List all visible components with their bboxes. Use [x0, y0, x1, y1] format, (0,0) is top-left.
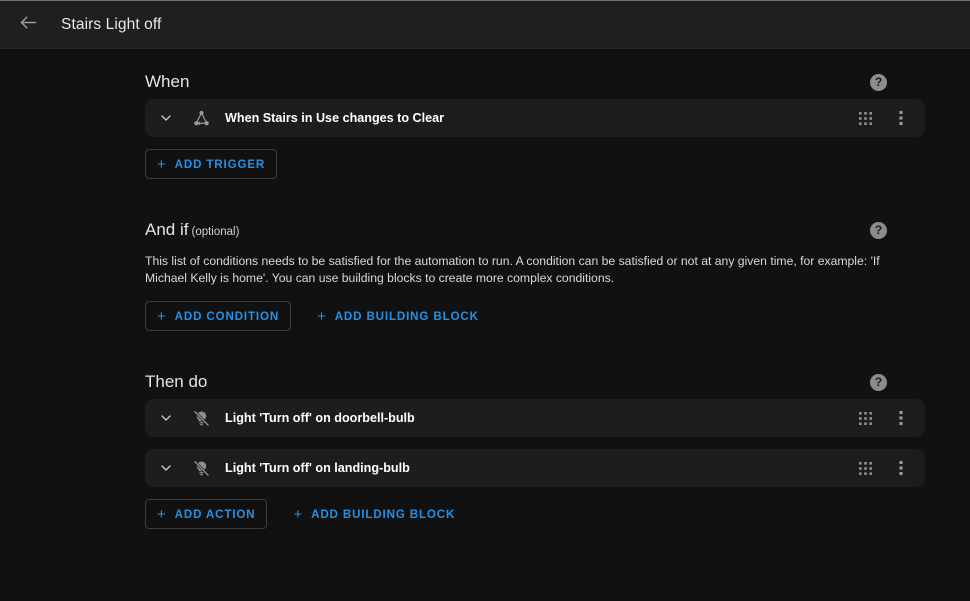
plus-icon: + — [157, 155, 167, 173]
and-if-buttons: + ADD CONDITION + ADD BUILDING BLOCK — [145, 301, 925, 331]
help-icon[interactable]: ? — [870, 73, 887, 91]
add-building-block-button[interactable]: + ADD BUILDING BLOCK — [305, 301, 491, 331]
overflow-menu-icon[interactable] — [889, 456, 913, 480]
help-icon[interactable]: ? — [870, 373, 887, 391]
chevron-down-icon[interactable] — [155, 457, 177, 479]
page-title: Stairs Light off — [61, 15, 162, 33]
section-then-do-title: Then do — [145, 372, 208, 391]
add-condition-label: ADD CONDITION — [174, 309, 280, 323]
and-if-description: This list of conditions needs to be sati… — [145, 254, 880, 285]
trigger-title: When Stairs in Use changes to Clear — [225, 111, 445, 125]
and-if-label: And if — [145, 220, 189, 239]
plus-icon: + — [157, 307, 167, 325]
section-when-header: When ? — [145, 65, 925, 99]
chevron-down-icon[interactable] — [155, 407, 177, 429]
top-toolbar: Stairs Light off — [0, 1, 970, 49]
action-title: Light 'Turn off' on doorbell-bulb — [225, 411, 415, 425]
editor-content: When ? When Stairs in Use changes to Cle… — [0, 49, 970, 529]
trigger-row[interactable]: When Stairs in Use changes to Clear — [145, 99, 925, 137]
section-and-if-header: And if (optional) ? — [145, 213, 925, 247]
help-icon[interactable]: ? — [870, 221, 887, 239]
add-building-block-label: ADD BUILDING BLOCK — [334, 309, 479, 323]
drag-grid-icon[interactable] — [853, 406, 877, 430]
add-action-label: ADD ACTION — [174, 507, 256, 521]
lightbulb-off-icon — [190, 407, 212, 429]
chevron-down-icon[interactable] — [155, 107, 177, 129]
plus-icon: + — [157, 505, 167, 523]
when-buttons: + ADD TRIGGER — [145, 149, 925, 179]
section-and-if-title: And if (optional) — [145, 220, 239, 240]
lightbulb-off-icon — [190, 457, 212, 479]
plus-icon: + — [293, 505, 304, 523]
action-row[interactable]: Light 'Turn off' on doorbell-bulb — [145, 399, 925, 437]
automation-editor-page: Stairs Light off When ? When Stairs in U… — [0, 0, 970, 601]
overflow-menu-icon[interactable] — [889, 406, 913, 430]
overflow-menu-icon[interactable] — [889, 106, 913, 130]
add-building-block-label: ADD BUILDING BLOCK — [311, 507, 456, 521]
add-building-block-button[interactable]: + ADD BUILDING BLOCK — [281, 499, 467, 529]
plus-icon: + — [317, 307, 327, 325]
back-button[interactable] — [10, 7, 46, 43]
add-trigger-button[interactable]: + ADD TRIGGER — [145, 149, 278, 179]
add-trigger-label: ADD TRIGGER — [174, 157, 266, 171]
then-do-buttons: + ADD ACTION + ADD BUILDING BLOCK — [145, 499, 925, 529]
drag-grid-icon[interactable] — [853, 456, 877, 480]
arrow-left-icon — [18, 12, 39, 38]
section-then-do-header: Then do ? — [145, 365, 925, 399]
section-then-do: Then do ? Light 'Turn off' on doorbell-b… — [145, 365, 925, 529]
drag-grid-icon[interactable] — [853, 106, 877, 130]
optional-label: (optional) — [191, 226, 240, 238]
action-row[interactable]: Light 'Turn off' on landing-bulb — [145, 449, 925, 487]
section-when-title: When — [145, 72, 190, 91]
state-transition-icon — [190, 107, 212, 129]
action-title: Light 'Turn off' on landing-bulb — [225, 461, 410, 475]
section-and-if: And if (optional) ? This list of conditio… — [145, 213, 925, 331]
add-action-button[interactable]: + ADD ACTION — [145, 499, 268, 529]
add-condition-button[interactable]: + ADD CONDITION — [145, 301, 292, 331]
section-when: When ? When Stairs in Use changes to Cle… — [145, 65, 925, 179]
